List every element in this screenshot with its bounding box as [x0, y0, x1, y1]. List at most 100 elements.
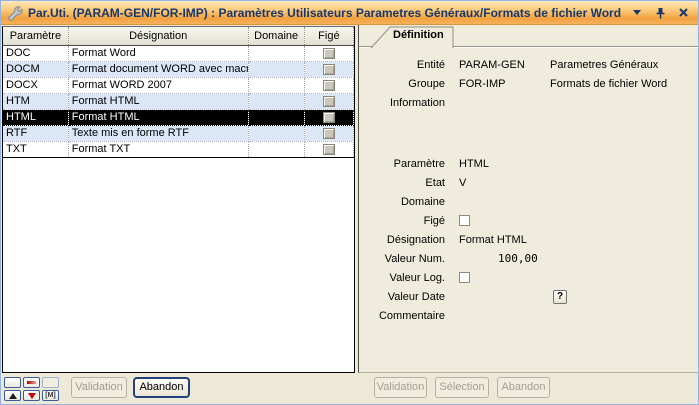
nav-disabled-button[interactable]: [42, 377, 59, 388]
field-valeur-num: Valeur Num. 100,00: [359, 249, 698, 268]
abandon-button-right[interactable]: Abandon: [497, 377, 550, 398]
pin-icon[interactable]: [653, 6, 667, 20]
cell-domaine[interactable]: [248, 93, 304, 109]
abandon-button-left[interactable]: Abandon: [133, 377, 190, 398]
triangle-down-icon: [28, 393, 36, 399]
fige-checkbox: [323, 64, 335, 75]
cell-domaine[interactable]: [248, 125, 304, 141]
cell-fige[interactable]: [304, 77, 353, 93]
tab-strip: Définition: [359, 25, 698, 47]
cell-fige[interactable]: [304, 125, 353, 141]
fige-checkbox-field[interactable]: [459, 215, 470, 226]
cell-domaine[interactable]: [248, 61, 304, 77]
validation-button-left[interactable]: Validation: [71, 377, 127, 398]
designation-value: Format HTML: [459, 234, 550, 246]
cell-param[interactable]: HTML: [3, 109, 68, 125]
title-bar: Par.Uti. (PARAM-GEN/FOR-IMP) : Paramètre…: [1, 1, 698, 25]
cell-fige[interactable]: [304, 141, 353, 157]
field-label: Désignation: [359, 234, 445, 246]
field-information: Information: [359, 93, 698, 112]
cell-designation[interactable]: Format HTML: [68, 93, 248, 109]
field-label: Valeur Num.: [359, 253, 445, 265]
field-designation: Désignation Format HTML: [359, 230, 698, 249]
cell-designation[interactable]: Format TXT: [68, 141, 248, 157]
field-label: Commentaire: [359, 310, 445, 322]
date-help-button[interactable]: ?: [553, 290, 567, 304]
field-label: Groupe: [359, 78, 445, 90]
etat-value: V: [459, 177, 550, 189]
cell-designation[interactable]: Format Word: [68, 45, 248, 61]
cell-domaine[interactable]: [248, 109, 304, 125]
fige-checkbox: [323, 144, 335, 155]
table-row[interactable]: HTM Format HTML: [3, 93, 354, 109]
cell-designation[interactable]: Texte mis en forme RTF: [68, 125, 248, 141]
cell-domaine[interactable]: [248, 45, 304, 61]
field-label: Valeur Date: [359, 291, 445, 303]
cell-param[interactable]: TXT: [3, 141, 68, 157]
field-label: Domaine: [359, 196, 445, 208]
groupe-name: Formats de fichier Word: [550, 78, 667, 90]
cell-fige[interactable]: [304, 109, 353, 125]
close-icon[interactable]: [676, 6, 690, 20]
groupe-code: FOR-IMP: [459, 78, 550, 90]
nav-blank-button[interactable]: [4, 377, 21, 388]
table-row[interactable]: TXT Format TXT: [3, 141, 354, 157]
column-header-parametre[interactable]: Paramètre: [3, 27, 68, 45]
cell-fige[interactable]: [304, 61, 353, 77]
parameter-list-panel: Paramètre Désignation Domaine Figé DOC F…: [2, 26, 355, 373]
cell-designation[interactable]: Format document WORD avec macro.: [68, 61, 248, 77]
parametre-value: HTML: [459, 158, 550, 170]
cell-fige[interactable]: [304, 93, 353, 109]
field-valeur-log: Valeur Log.: [359, 268, 698, 287]
field-label: Figé: [359, 215, 445, 227]
cell-param[interactable]: DOCM: [3, 61, 68, 77]
column-header-domaine[interactable]: Domaine: [248, 27, 304, 45]
red-bar-icon: [27, 381, 36, 384]
cell-domaine[interactable]: [248, 77, 304, 93]
nav-m-button[interactable]: [M]: [42, 390, 59, 401]
field-label: Etat: [359, 177, 445, 189]
field-valeur-date: Valeur Date ?: [359, 287, 698, 306]
valeur-log-checkbox[interactable]: [459, 272, 470, 283]
fige-checkbox: [323, 80, 335, 91]
table-row[interactable]: DOCM Format document WORD avec macro.: [3, 61, 354, 77]
cell-param[interactable]: DOCX: [3, 77, 68, 93]
cell-param[interactable]: RTF: [3, 125, 68, 141]
fige-checkbox: [323, 128, 335, 139]
nav-redbar-button[interactable]: [23, 377, 40, 388]
selection-button-right[interactable]: Sélection: [435, 377, 489, 398]
cell-fige[interactable]: [304, 45, 353, 61]
field-label: Entité: [359, 59, 445, 71]
column-header-fige[interactable]: Figé: [304, 27, 353, 45]
page-title: Par.Uti. (PARAM-GEN/FOR-IMP) : Paramètre…: [28, 6, 625, 20]
bottom-toolbar: [M] Validation Abandon Validation Sélect…: [1, 373, 698, 405]
table-row-selected[interactable]: HTML Format HTML: [3, 109, 354, 125]
validation-button-right[interactable]: Validation: [374, 377, 427, 398]
cell-designation[interactable]: Format WORD 2007: [68, 77, 248, 93]
m-icon: [M]: [45, 392, 56, 399]
table-row[interactable]: DOC Format Word: [3, 45, 354, 61]
triangle-up-icon: [9, 393, 17, 399]
field-label: Valeur Log.: [359, 272, 445, 284]
fige-checkbox: [323, 48, 335, 59]
field-domaine: Domaine: [359, 192, 698, 211]
column-header-designation[interactable]: Désignation: [68, 27, 248, 45]
field-entite: Entité PARAM-GEN Parametres Généraux: [359, 55, 698, 74]
definition-panel: Définition Entité PARAM-GEN Parametres G…: [358, 25, 699, 373]
table-row[interactable]: RTF Texte mis en forme RTF: [3, 125, 354, 141]
field-label: Information: [359, 97, 445, 109]
wrench-icon: [7, 5, 23, 21]
nav-up-button[interactable]: [4, 390, 21, 401]
app-window: Par.Uti. (PARAM-GEN/FOR-IMP) : Paramètre…: [0, 0, 699, 405]
cell-domaine[interactable]: [248, 141, 304, 157]
cell-designation[interactable]: Format HTML: [68, 109, 248, 125]
cell-param[interactable]: DOC: [3, 45, 68, 61]
entite-name: Parametres Généraux: [550, 59, 658, 71]
chevron-down-icon[interactable]: [630, 6, 644, 20]
cell-param[interactable]: HTM: [3, 93, 68, 109]
tab-definition[interactable]: Définition: [393, 29, 444, 41]
field-commentaire: Commentaire: [359, 306, 698, 325]
field-fige: Figé: [359, 211, 698, 230]
nav-down-button[interactable]: [23, 390, 40, 401]
table-row[interactable]: DOCX Format WORD 2007: [3, 77, 354, 93]
